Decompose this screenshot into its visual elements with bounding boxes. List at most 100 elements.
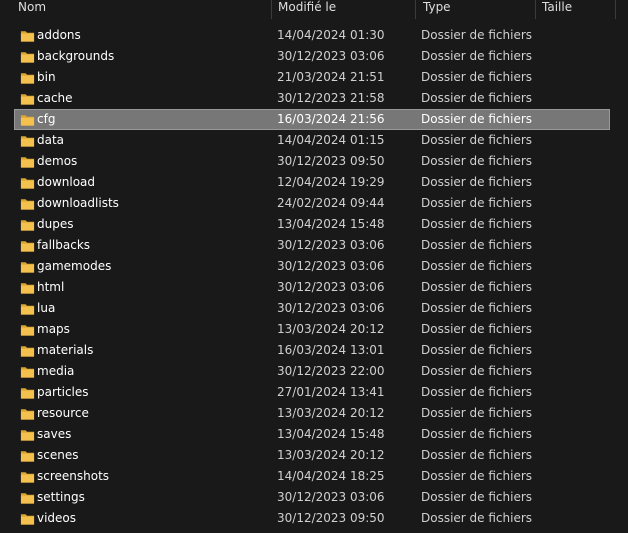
file-name: backgrounds: [37, 49, 115, 63]
file-row[interactable]: maps 13/03/2024 20:12 Dossier de fichiers: [14, 319, 610, 340]
file-name: downloadlists: [37, 196, 119, 210]
file-type: Dossier de fichiers: [421, 469, 533, 483]
file-row[interactable]: saves 13/04/2024 15:48 Dossier de fichiers: [14, 424, 610, 445]
file-modified-date: 30/12/2023 21:58: [277, 91, 385, 105]
file-type: Dossier de fichiers: [421, 322, 533, 336]
file-row[interactable]: media 30/12/2023 22:00 Dossier de fichiers: [14, 361, 610, 382]
file-type: Dossier de fichiers: [421, 301, 533, 315]
file-row[interactable]: scenes 13/03/2024 20:12 Dossier de fichier…: [14, 445, 610, 466]
folder-icon: [20, 241, 35, 252]
file-type: Dossier de fichiers: [421, 385, 533, 399]
column-header-bar: Nom Modifié le Type Taille: [0, 0, 628, 19]
file-type: Dossier de fichiers: [421, 91, 533, 105]
column-header-type[interactable]: Type: [417, 0, 536, 19]
folder-icon: [20, 430, 35, 441]
file-row[interactable]: particles 27/01/2024 13:41 Dossier de fich…: [14, 382, 610, 403]
file-name: download: [37, 175, 96, 189]
file-row[interactable]: data 14/04/2024 01:15 Dossier de fichiers: [14, 130, 610, 151]
file-modified-date: 30/12/2023 03:06: [277, 490, 385, 504]
file-row[interactable]: cfg 16/03/2024 21:56 Dossier de fichiers: [14, 109, 610, 130]
file-modified-date: 14/04/2024 01:15: [277, 133, 385, 147]
file-name: materials: [37, 343, 94, 357]
column-header-date[interactable]: Modifié le: [272, 0, 415, 19]
file-row[interactable]: demos 30/12/2023 09:50 Dossier de fichiers: [14, 151, 610, 172]
folder-icon: [20, 199, 35, 210]
folder-icon: [20, 493, 35, 504]
file-modified-date: 24/02/2024 09:44: [277, 196, 385, 210]
file-name: bin: [37, 70, 56, 84]
file-row[interactable]: fallbacks 30/12/2023 03:06 Dossier de fich…: [14, 235, 610, 256]
file-type: Dossier de fichiers: [421, 217, 533, 231]
file-name: screenshots: [37, 469, 110, 483]
file-type: Dossier de fichiers: [421, 70, 533, 84]
file-row[interactable]: cache 30/12/2023 21:58 Dossier de fichiers: [14, 88, 610, 109]
file-row[interactable]: resource 13/03/2024 20:12 Dossier de fichi…: [14, 403, 610, 424]
file-name: scenes: [37, 448, 79, 462]
file-row[interactable]: dupes 13/04/2024 15:48 Dossier de fichiers: [14, 214, 610, 235]
file-name: dupes: [37, 217, 74, 231]
file-modified-date: 30/12/2023 03:06: [277, 49, 385, 63]
file-modified-date: 30/12/2023 03:06: [277, 280, 385, 294]
file-modified-date: 30/12/2023 22:00: [277, 364, 385, 378]
file-modified-date: 30/12/2023 03:06: [277, 301, 385, 315]
file-row[interactable]: screenshots 14/04/2024 18:25 Dossier de fi…: [14, 466, 610, 487]
file-type: Dossier de fichiers: [421, 490, 533, 504]
file-name: particles: [37, 385, 89, 399]
file-name: demos: [37, 154, 78, 168]
file-type: Dossier de fichiers: [421, 364, 533, 378]
column-header-size[interactable]: Taille: [536, 0, 616, 19]
file-modified-date: 27/01/2024 13:41: [277, 385, 385, 399]
file-type: Dossier de fichiers: [421, 280, 533, 294]
folder-icon: [20, 73, 35, 84]
folder-icon: [20, 451, 35, 462]
file-row[interactable]: download 12/04/2024 19:29 Dossier de fichi…: [14, 172, 610, 193]
folder-icon: [20, 52, 35, 63]
file-row[interactable]: gamemodes 30/12/2023 03:06 Dossier de fich…: [14, 256, 610, 277]
file-name: lua: [37, 301, 56, 315]
file-row[interactable]: downloadlists 24/02/2024 09:44 Dossier de …: [14, 193, 610, 214]
folder-icon: [20, 304, 35, 315]
file-row[interactable]: videos 30/12/2023 09:50 Dossier de fichier…: [14, 508, 610, 529]
file-name: cfg: [37, 112, 56, 126]
file-name: html: [37, 280, 65, 294]
file-modified-date: 30/12/2023 09:50: [277, 154, 385, 168]
file-row[interactable]: html 30/12/2023 03:06 Dossier de fichiers: [14, 277, 610, 298]
folder-icon: [20, 31, 35, 42]
folder-icon: [20, 157, 35, 168]
file-type: Dossier de fichiers: [421, 49, 533, 63]
folder-icon: [20, 220, 35, 231]
file-modified-date: 30/12/2023 03:06: [277, 238, 385, 252]
folder-icon: [20, 346, 35, 357]
file-explorer-list: Nom Modifié le Type Taille addons 14/04/2…: [0, 0, 628, 533]
file-type: Dossier de fichiers: [421, 28, 533, 42]
file-type: Dossier de fichiers: [421, 112, 533, 126]
file-modified-date: 14/04/2024 01:30: [277, 28, 385, 42]
file-modified-date: 13/04/2024 15:48: [277, 427, 385, 441]
file-name: maps: [37, 322, 70, 336]
file-row[interactable]: lua 30/12/2023 03:06 Dossier de fichiers: [14, 298, 610, 319]
file-name: saves: [37, 427, 72, 441]
column-divider[interactable]: [615, 0, 616, 19]
file-name: cache: [37, 91, 73, 105]
file-modified-date: 30/12/2023 09:50: [277, 511, 385, 525]
file-modified-date: 13/04/2024 15:48: [277, 217, 385, 231]
file-name: videos: [37, 511, 77, 525]
file-type: Dossier de fichiers: [421, 427, 533, 441]
file-type: Dossier de fichiers: [421, 343, 533, 357]
file-modified-date: 13/03/2024 20:12: [277, 406, 385, 420]
file-name: media: [37, 364, 75, 378]
file-row[interactable]: bin 21/03/2024 21:51 Dossier de fichiers: [14, 67, 610, 88]
file-row[interactable]: addons 14/04/2024 01:30 Dossier de fichier…: [14, 25, 610, 46]
file-row[interactable]: backgrounds 30/12/2023 03:06 Dossier de fi…: [14, 46, 610, 67]
file-type: Dossier de fichiers: [421, 175, 533, 189]
column-header-name[interactable]: Nom: [12, 0, 271, 19]
file-modified-date: 16/03/2024 21:56: [277, 112, 385, 126]
file-name: data: [37, 133, 65, 147]
file-modified-date: 14/04/2024 18:25: [277, 469, 385, 483]
folder-icon: [20, 283, 35, 294]
file-modified-date: 30/12/2023 03:06: [277, 259, 385, 273]
file-name: settings: [37, 490, 85, 504]
column-divider[interactable]: [415, 0, 416, 19]
file-row[interactable]: materials 16/03/2024 13:01 Dossier de fich…: [14, 340, 610, 361]
file-row[interactable]: settings 30/12/2023 03:06 Dossier de fichi…: [14, 487, 610, 508]
